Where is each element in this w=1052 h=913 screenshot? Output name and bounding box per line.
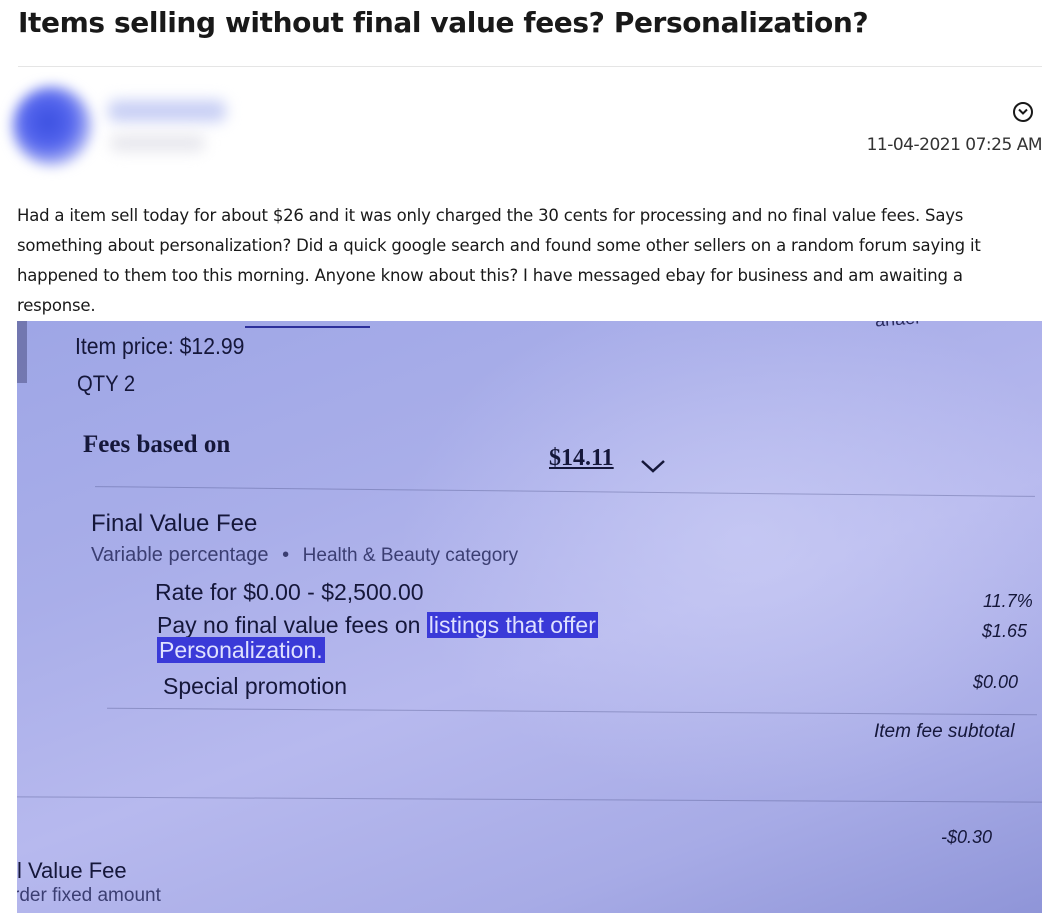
personalization-link-line2[interactable]: Personalization. [157,637,325,663]
post-options-button[interactable] [1013,102,1033,122]
photo-fee-subline: Variable percentage • Health & Beauty ca… [91,544,518,567]
attached-photo[interactable]: anael Item price: $12.99 QTY 2 Fees base… [17,321,1042,913]
photo-qty: QTY 2 [77,371,136,396]
photo-pay-no-fee-value: $1.65 [982,621,1028,641]
photo-item-fee-subtotal: Item fee subtotal [874,721,1015,742]
photo-final-value-fee: Final Value Fee [91,510,258,537]
author-stats: xxxxxxxx [110,134,205,152]
avatar[interactable] [12,86,92,166]
post-timestamp: 11-04-2021 07:25 AM [866,135,1043,155]
photo-pay-no-fee: Pay no final value fees on listings that… [157,612,598,663]
photo-cut-label-2: rder fixed amount [17,885,161,906]
post-body: Had a item sell today for about $26 and … [17,206,981,315]
photo-bottom-value: -$0.30 [941,827,993,847]
divider [18,66,1042,67]
personalization-link-line1[interactable]: listings that offer [426,612,598,638]
photo-item-price: Item price: $12.99 [75,333,245,359]
photo-rate-range: Rate for $0.00 - $2,500.00 [155,579,424,605]
chevron-down-icon [641,460,665,473]
photo-pay-no-fee-prefix: Pay no final value fees on [157,612,421,638]
photo-divider [17,796,1042,803]
photo-rate-value: 11.7% [983,591,1033,611]
photo-fees-based-on: Fees based on [83,431,231,458]
photo-special-promotion-value: $0.00 [973,672,1019,692]
photo-variable-percentage: Variable percentage [91,544,269,566]
photo-category: Health & Beauty category [302,545,519,566]
photo-cut-label-1: l Value Fee [17,858,127,883]
photo-fees-value: $14.11 [549,445,614,471]
photo-top-link-fragment [245,321,370,328]
chevron-down-icon [1018,108,1028,115]
photo-special-promotion: Special promotion [163,673,348,699]
post-title: Items selling without final value fees? … [18,6,869,39]
bullet-separator: • [282,544,290,566]
photo-edge [17,321,27,383]
author-username[interactable]: xxxxxxxxxx [108,100,226,122]
